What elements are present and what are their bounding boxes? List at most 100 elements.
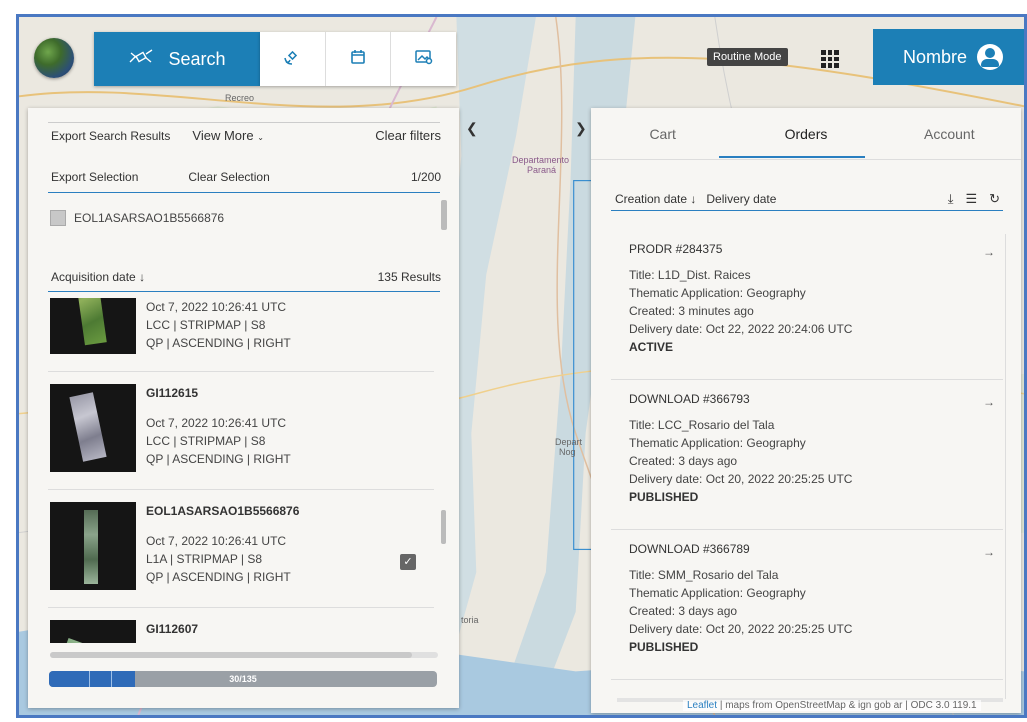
order-created: Created: 3 days ago: [629, 454, 738, 468]
order-application: Thematic Application: Geography: [629, 586, 806, 600]
panel-tabs: Cart Orders Account: [591, 108, 1021, 160]
user-account-button[interactable]: Nombre: [873, 29, 1024, 85]
result-title: GI112615: [146, 386, 199, 400]
collapse-right-panel-button[interactable]: ❯: [575, 120, 587, 137]
search-button[interactable]: Search: [94, 32, 260, 86]
arrow-right-icon[interactable]: →: [983, 545, 995, 559]
map-label-departamento: Departamento: [512, 155, 570, 165]
order-delivery-date: Delivery date: Oct 20, 2022 20:25:25 UTC: [629, 622, 853, 636]
arrow-right-icon[interactable]: →: [983, 395, 995, 409]
results-vertical-scrollbar[interactable]: [438, 298, 448, 648]
tab-cart[interactable]: Cart: [591, 108, 734, 160]
order-application: Thematic Application: Geography: [629, 436, 806, 450]
order-card[interactable]: PRODR #284375 → Title: L1D_Dist. Raices …: [611, 230, 1003, 380]
search-results-panel: Export Search Results View More ⌄ Clear …: [28, 108, 459, 708]
progress-label: 30/135: [229, 674, 257, 684]
result-select-checkbox[interactable]: ✓: [400, 554, 416, 570]
list-item[interactable]: GI112615 Oct 7, 2022 10:26:41 UTC LCC | …: [48, 372, 434, 490]
result-orbit: QP | ASCENDING | RIGHT: [146, 336, 291, 350]
image-settings-tool-button[interactable]: [391, 32, 456, 86]
orders-sort-row: Creation date ↓ Delivery date ⤓ ☰ ↻: [615, 191, 1000, 207]
order-created: Created: 3 days ago: [629, 604, 738, 618]
arrow-down-icon: ↓: [139, 270, 146, 284]
map-label-nog: Nog: [559, 447, 576, 457]
result-title: GI112607: [146, 622, 199, 636]
result-mode: L1A | STRIPMAP | S8: [146, 552, 263, 566]
arrow-down-icon: ↓: [690, 192, 697, 206]
orders-actions: ⤓ ☰ ↻: [948, 191, 1000, 207]
clear-filters-button[interactable]: Clear filters: [375, 128, 441, 143]
order-status: PUBLISHED: [629, 640, 699, 654]
selected-item-thumbnail: [50, 210, 66, 226]
order-application: Thematic Application: Geography: [629, 286, 806, 300]
scrollbar-thumb[interactable]: [50, 652, 412, 658]
tab-account[interactable]: Account: [878, 108, 1021, 160]
map-label-parana: Paraná: [527, 165, 557, 175]
tab-orders[interactable]: Orders: [734, 108, 877, 160]
selected-item-chip[interactable]: EOL1ASARSAO1B5566876: [50, 210, 224, 226]
results-actions-row: Export Search Results View More ⌄ Clear …: [51, 128, 441, 143]
results-horizontal-scrollbar[interactable]: [50, 652, 438, 658]
map-label-depart: Depart: [555, 437, 583, 447]
user-name: Nombre: [902, 46, 968, 67]
selection-scrollbar[interactable]: [441, 200, 447, 230]
routine-mode-badge[interactable]: Routine Mode: [707, 48, 788, 66]
refresh-icon[interactable]: ↻: [989, 191, 1000, 207]
result-date: Oct 7, 2022 10:26:41 UTC: [146, 300, 287, 314]
leaflet-link[interactable]: Leaflet: [687, 700, 717, 711]
tool-group: [260, 32, 456, 86]
user-avatar-icon: [977, 44, 1004, 70]
filter-icon[interactable]: ☰: [965, 191, 977, 207]
globe-logo[interactable]: [34, 38, 74, 78]
orders-list[interactable]: PRODR #284375 → Title: L1D_Dist. Raices …: [611, 230, 1003, 685]
satellite-tool-button[interactable]: [260, 32, 326, 86]
download-icon[interactable]: ⤓: [948, 191, 954, 207]
result-date: Oct 7, 2022 10:26:41 UTC: [146, 416, 287, 430]
calendar-tool-button[interactable]: [326, 32, 392, 86]
chevron-down-icon: ⌄: [257, 133, 264, 142]
results-count: 135 Results: [377, 270, 441, 284]
sort-underline: [611, 210, 1003, 211]
result-orbit: QP | ASCENDING | RIGHT: [146, 570, 291, 584]
satellite-icon: [283, 48, 301, 70]
result-mode: LCC | STRIPMAP | S8: [146, 318, 266, 332]
collapse-left-panel-button[interactable]: ❮: [466, 120, 478, 137]
selection-actions-row: Export Selection Clear Selection 1/200: [51, 170, 441, 184]
sort-acquisition-date-button[interactable]: Acquisition date ↓: [51, 270, 145, 284]
arrow-right-icon[interactable]: →: [983, 245, 995, 259]
result-thumbnail: [50, 620, 136, 643]
order-delivery-date: Delivery date: Oct 22, 2022 20:24:06 UTC: [629, 322, 853, 336]
order-created: Created: 3 minutes ago: [629, 304, 754, 318]
order-title: Title: SMM_Rosario del Tala: [629, 568, 779, 582]
export-search-results-button[interactable]: Export Search Results: [51, 129, 170, 143]
result-date: Oct 7, 2022 10:26:41 UTC: [146, 534, 287, 548]
selection-count: 1/200: [410, 170, 441, 184]
search-label: Search: [168, 48, 226, 69]
export-selection-button[interactable]: Export Selection: [51, 170, 138, 184]
list-item[interactable]: Oct 7, 2022 10:26:41 UTC LCC | STRIPMAP …: [48, 298, 434, 372]
sort-delivery-date-button[interactable]: Delivery date: [706, 192, 776, 206]
clear-selection-button[interactable]: Clear Selection: [188, 170, 269, 184]
result-thumbnail: [50, 502, 136, 590]
order-card[interactable]: DOWNLOAD #366793 → Title: LCC_Rosario de…: [611, 380, 1003, 530]
result-thumbnail: [50, 298, 136, 354]
result-orbit: QP | ASCENDING | RIGHT: [146, 452, 291, 466]
orders-vertical-scrollbar[interactable]: [1003, 234, 1011, 699]
order-card[interactable]: DOWNLOAD #366789 → Title: SMM_Rosario de…: [611, 530, 1003, 680]
order-id: DOWNLOAD #366789: [629, 542, 750, 556]
result-title: EOL1ASARSAO1B5566876: [146, 504, 300, 518]
list-item[interactable]: GI112607: [48, 608, 434, 643]
app-frame: Recreo Departamento Paraná Depart Nog to…: [16, 14, 1027, 718]
order-id: PRODR #284375: [629, 242, 723, 256]
results-list[interactable]: Oct 7, 2022 10:26:41 UTC LCC | STRIPMAP …: [48, 298, 434, 643]
result-mode: LCC | STRIPMAP | S8: [146, 434, 266, 448]
order-status: ACTIVE: [629, 340, 674, 354]
order-id: DOWNLOAD #366793: [629, 392, 750, 406]
scrollbar-thumb[interactable]: [441, 510, 446, 544]
map-label-recreo: Recreo: [225, 93, 255, 103]
view-more-button[interactable]: View More ⌄: [192, 128, 264, 143]
list-item[interactable]: EOL1ASARSAO1B5566876 Oct 7, 2022 10:26:4…: [48, 490, 434, 608]
apps-grid-icon[interactable]: [821, 50, 839, 68]
sort-creation-date-button[interactable]: Creation date ↓: [615, 192, 696, 206]
divider: [591, 159, 1021, 160]
